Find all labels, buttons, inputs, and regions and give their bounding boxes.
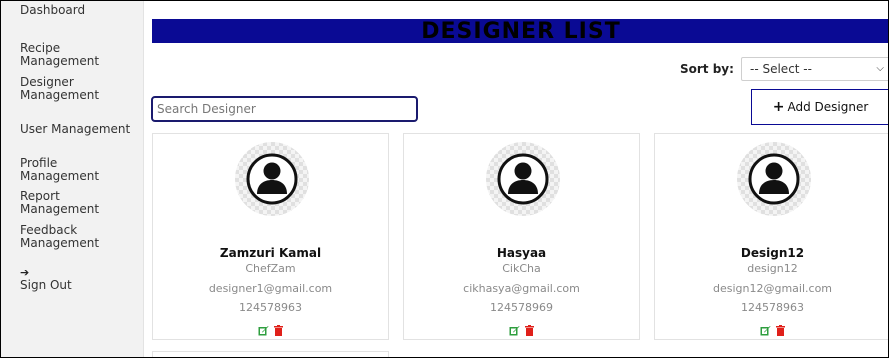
plus-icon: +: [772, 99, 785, 115]
edit-icon[interactable]: [760, 321, 771, 340]
sidebar-item-dashboard[interactable]: Dashboard: [20, 4, 140, 17]
page-title: DESIGNER LIST: [421, 19, 621, 44]
designer-name: Design12: [740, 246, 805, 260]
main-content: DESIGNER LIST Sort by: -- Select -- ⌵ +A…: [144, 1, 888, 357]
sort-select[interactable]: -- Select -- ⌵: [741, 57, 888, 81]
sidebar-item-designer-management[interactable]: Designer Management: [20, 76, 110, 102]
search-input[interactable]: [151, 96, 418, 122]
sign-out-label: Sign Out: [20, 278, 72, 292]
chevron-down-icon: ⌵: [876, 63, 884, 74]
designer-username: CikCha: [502, 262, 541, 275]
edit-icon[interactable]: [509, 321, 520, 340]
user-avatar-icon: [486, 142, 560, 216]
add-designer-label: Add Designer: [787, 100, 869, 114]
designer-card: Zamzuri Kamal ChefZam designer1@gmail.co…: [152, 133, 389, 340]
designer-username: design12: [747, 262, 798, 275]
designer-name: Hasyaa: [496, 246, 547, 260]
designer-name: Zamzuri Kamal: [219, 246, 322, 260]
designer-email: design12@gmail.com: [712, 282, 833, 295]
user-avatar-icon: [235, 142, 309, 216]
designer-card: Design12 design12 design12@gmail.com 124…: [654, 133, 888, 340]
sidebar: Dashboard Recipe Management Designer Man…: [1, 1, 144, 357]
user-avatar-icon: [737, 142, 811, 216]
designer-card: Hasyaa CikCha cikhasya@gmail.com 1245789…: [403, 133, 640, 340]
sort-label: Sort by:: [680, 62, 734, 76]
designer-card-partial: [152, 351, 389, 357]
card-actions: [153, 320, 388, 340]
sidebar-item-report-management[interactable]: Report Management: [20, 190, 140, 216]
trash-icon[interactable]: [274, 321, 284, 340]
add-designer-button[interactable]: + Add Designer: [751, 89, 888, 125]
sidebar-item-feedback-management[interactable]: Feedback Management: [20, 224, 100, 250]
sidebar-item-profile-management[interactable]: Profile Management: [20, 157, 140, 183]
designer-phone: 124578963: [239, 301, 302, 314]
designer-username: ChefZam: [245, 262, 296, 275]
sign-out-icon: ➔: [20, 266, 30, 279]
trash-icon[interactable]: [525, 321, 535, 340]
sidebar-item-sign-out[interactable]: ➔ Sign Out: [20, 267, 140, 292]
sidebar-item-recipe-management[interactable]: Recipe Management: [20, 42, 140, 68]
header-banner: DESIGNER LIST: [152, 19, 888, 44]
sidebar-item-user-management[interactable]: User Management: [20, 123, 140, 136]
sort-selected-value: -- Select --: [750, 62, 812, 76]
page: Dashboard Recipe Management Designer Man…: [0, 0, 889, 358]
trash-icon[interactable]: [776, 321, 786, 340]
designer-email: cikhasya@gmail.com: [463, 282, 580, 295]
card-actions: [404, 320, 639, 340]
edit-icon[interactable]: [258, 321, 269, 340]
designer-phone: 124578969: [490, 301, 553, 314]
designer-email: designer1@gmail.com: [208, 282, 333, 295]
designer-phone: 124578963: [741, 301, 804, 314]
card-actions: [655, 320, 888, 340]
